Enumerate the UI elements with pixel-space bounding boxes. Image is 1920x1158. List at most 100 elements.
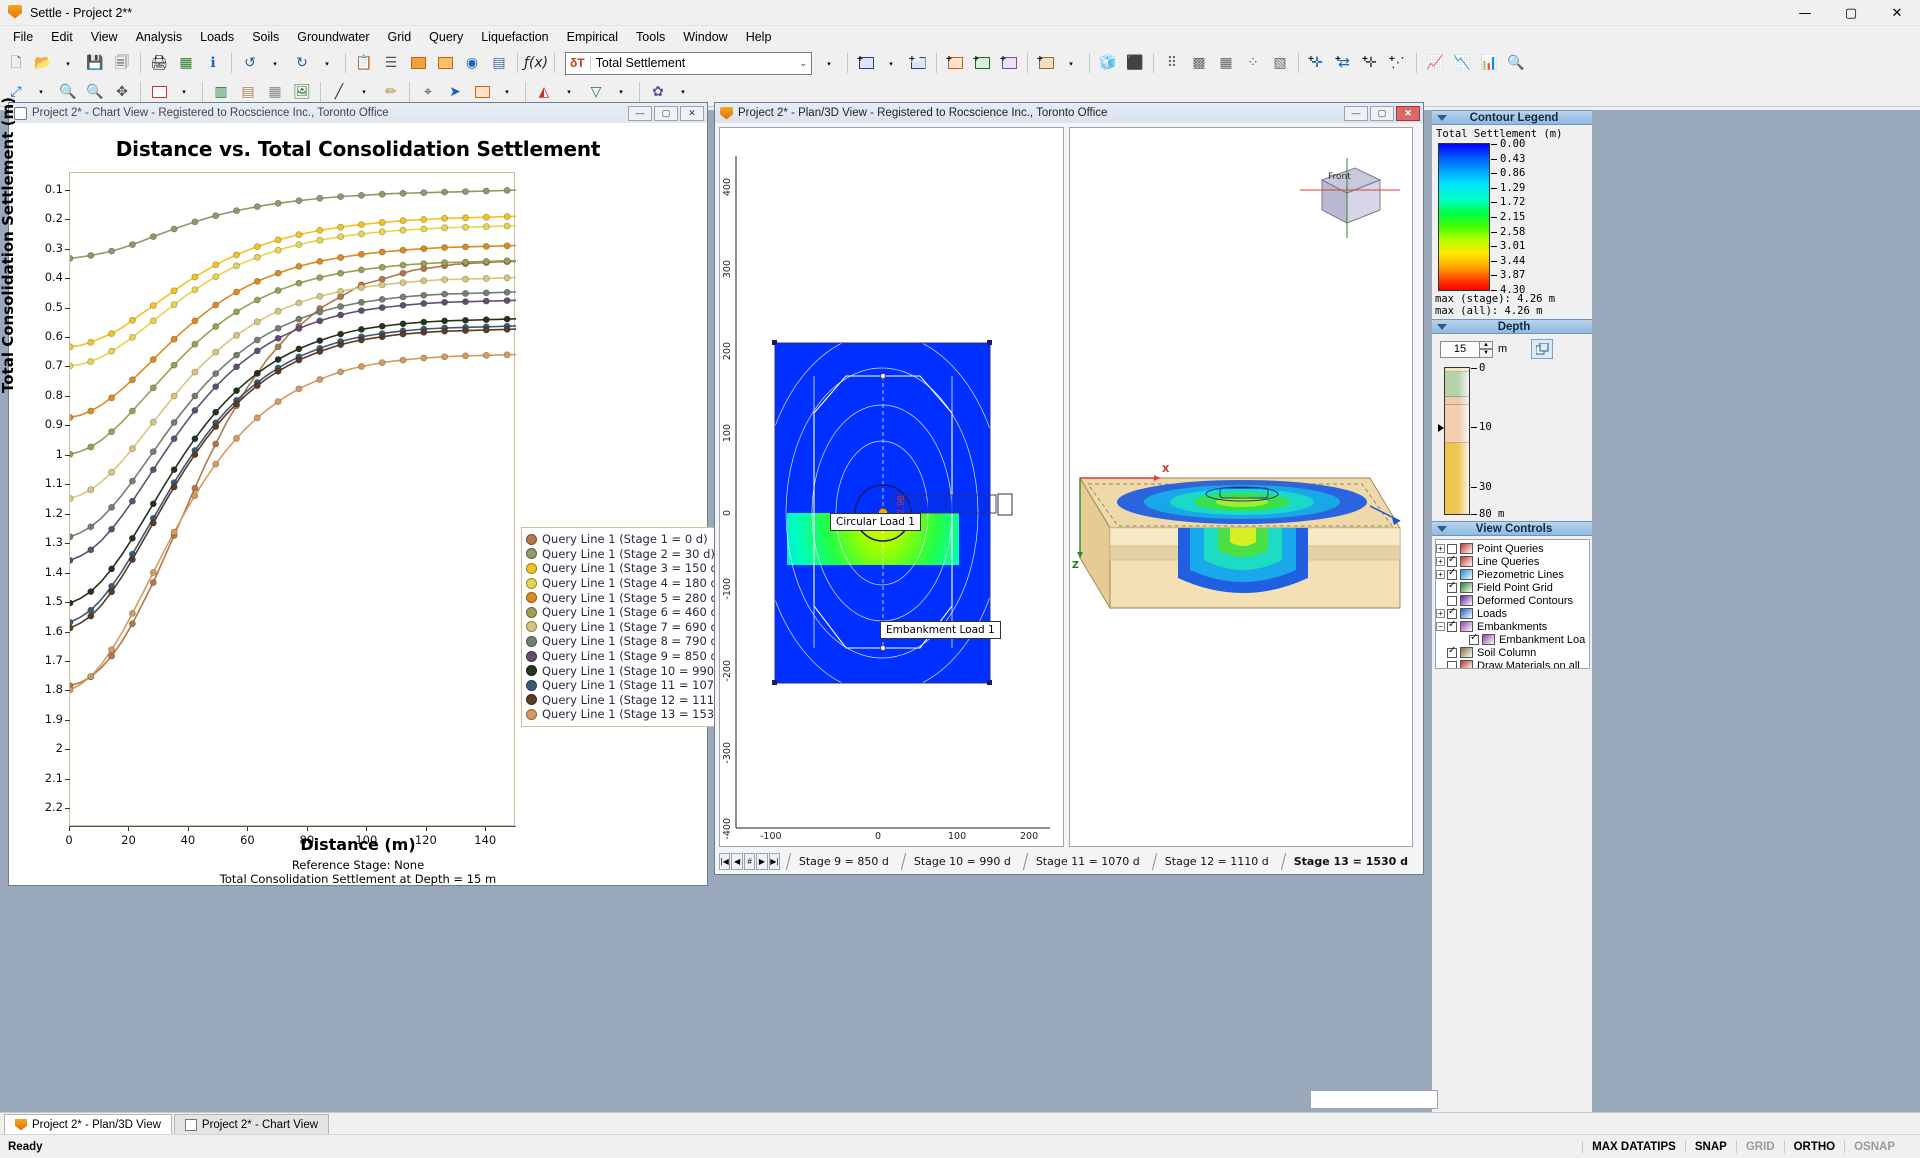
function-fx-icon[interactable]: ƒ(x) [523,51,549,76]
chart-maximize-button[interactable]: ▢ [654,106,678,121]
view-control-row[interactable]: Field Point Grid [1436,581,1589,594]
close-button[interactable]: ✕ [1874,0,1920,26]
spreadsheet-icon[interactable]: ▤ [486,51,512,76]
view-control-checkbox[interactable] [1447,570,1457,580]
open-folder-icon[interactable]: 📂 [30,51,56,76]
soil-layer-3[interactable] [1445,405,1469,443]
legend-item[interactable]: Query Line 1 (Stage 3 = 150 d) [526,561,737,576]
chart-minimize-button[interactable]: — [628,106,652,121]
display-options-icon[interactable] [146,80,172,105]
legend-item[interactable]: Query Line 1 (Stage 10 = 990 d) [526,663,737,678]
menu-analysis[interactable]: Analysis [127,27,192,47]
legend-item[interactable]: Query Line 1 (Stage 8 = 790 d) [526,634,737,649]
paste-list-icon[interactable]: 📋 [351,51,377,76]
menu-groundwater[interactable]: Groundwater [288,27,378,47]
collapse-triangle-icon[interactable] [1437,526,1447,532]
color-fill-icon[interactable]: ▦ [262,80,288,105]
command-input-box[interactable] [1310,1090,1438,1109]
legend-icon[interactable]: ▤ [235,80,261,105]
redo-dropdown-icon[interactable]: ▾ [314,53,340,78]
legend-item[interactable]: Query Line 1 (Stage 11 = 1070 d) [526,678,737,693]
view-control-checkbox[interactable] [1447,622,1457,632]
add-load-dropdown-icon[interactable]: ▾ [878,53,904,78]
grid-extra-icon[interactable]: ▧ [1267,51,1293,76]
stage-tab-strip[interactable]: |◀◀#▶▶|Stage 9 = 850 dStage 10 = 990 dSt… [719,851,1419,871]
depth-spin-up[interactable]: ▲ [1479,341,1493,350]
view-control-row[interactable]: Deformed Contours [1436,594,1589,607]
menu-loads[interactable]: Loads [191,27,243,47]
graph-settle-icon[interactable]: 📊 [1476,51,1502,76]
gradient-icon[interactable]: ◭ [531,80,557,105]
view-control-row[interactable]: +Piezometric Lines [1436,568,1589,581]
graph-zoom-icon[interactable]: 🔍 [1503,51,1529,76]
depth-header[interactable]: Depth [1432,319,1592,334]
status-toggle[interactable]: MAX DATATIPS [1582,1141,1685,1153]
undo-dropdown-icon[interactable]: ▾ [262,53,288,78]
view-3d-pane[interactable]: X Z Front [1069,127,1413,847]
collapse-triangle-icon[interactable] [1437,324,1447,330]
view-control-checkbox[interactable] [1447,583,1457,593]
undo-icon[interactable]: ↺ [237,51,263,76]
view-controls-header[interactable]: View Controls [1432,521,1592,536]
result-type-combobox[interactable]: δT Total Settlement ⌄ [565,52,812,75]
view-control-checkbox[interactable] [1469,635,1479,645]
line-icon[interactable]: ╱ [326,80,352,105]
stage-nav-2[interactable]: # [744,853,755,870]
stage-tab[interactable]: Stage 11 = 1070 d [1022,853,1151,870]
legend-item[interactable]: Query Line 1 (Stage 6 = 460 d) [526,605,737,620]
view-control-checkbox[interactable] [1447,544,1457,554]
legend-item[interactable]: Query Line 1 (Stage 12 = 1110 d) [526,693,737,708]
view-control-checkbox[interactable] [1447,557,1457,567]
result-dropdown-icon[interactable]: ▾ [816,53,842,78]
material-icon[interactable] [469,80,495,105]
status-toggle[interactable]: SNAP [1685,1141,1736,1153]
plan-close-button[interactable]: ✕ [1396,106,1420,121]
tree-expander-icon[interactable]: − [1436,622,1445,631]
plan-maximize-button[interactable]: ▢ [1370,106,1394,121]
view-controls-tree[interactable]: +Point Queries+Line Queries+Piezometric … [1435,539,1590,669]
stage-tab[interactable]: Stage 13 = 1530 d [1280,853,1419,870]
compute-results-icon[interactable] [432,51,458,76]
status-toggle[interactable]: GRID [1736,1141,1784,1153]
add-embankment-load-icon[interactable]: + [942,51,968,76]
view-control-checkbox[interactable] [1447,661,1457,670]
stage-nav-0[interactable]: |◀ [719,853,730,870]
tree-expander-icon[interactable]: + [1436,544,1445,553]
copy-icon[interactable]: 🗐 [109,51,135,76]
legend-item[interactable]: Query Line 1 (Stage 2 = 30 d) [526,547,737,562]
view-control-row[interactable]: −Embankments [1436,620,1589,633]
menu-liquefaction[interactable]: Liquefaction [472,27,557,47]
status-toggle[interactable]: OSNAP [1844,1141,1904,1153]
grid-mesh-icon[interactable]: ▦ [1213,51,1239,76]
contour-legend-header[interactable]: Contour Legend [1432,110,1592,125]
menu-tools[interactable]: Tools [627,27,674,47]
tree-expander-icon[interactable]: + [1436,609,1445,618]
callout-circular-load[interactable]: Circular Load 1 [830,513,921,531]
add-rectangle-load-icon[interactable]: + [853,51,879,76]
menu-help[interactable]: Help [737,27,781,47]
add-line-query-icon[interactable]: ⇄+ [1331,51,1357,76]
chart-legend[interactable]: Query Line 1 (Stage 1 = 0 d)Query Line 1… [521,527,744,727]
report-table-icon[interactable]: ▦ [173,51,199,76]
view-control-row[interactable]: +Point Queries [1436,542,1589,555]
3d-block-icon[interactable]: 🧊 [1095,51,1121,76]
contour-options-icon[interactable]: ▥ [208,80,234,105]
soil-layer-4[interactable] [1445,443,1469,515]
tree-expander-icon[interactable]: + [1436,570,1445,579]
info-icon[interactable]: ℹ [200,51,226,76]
redo-icon[interactable]: ↻ [289,51,315,76]
compute-box-icon[interactable] [405,51,431,76]
legend-item[interactable]: Query Line 1 (Stage 4 = 180 d) [526,576,737,591]
tree-expander-icon[interactable]: + [1436,557,1445,566]
stage-tab[interactable]: Stage 12 = 1110 d [1151,853,1280,870]
add-soil-layer-icon[interactable]: + [1033,51,1059,76]
menu-window[interactable]: Window [674,27,736,47]
minimize-button[interactable]: — [1782,0,1828,26]
soil-column-graphic[interactable] [1444,367,1470,515]
document-tab[interactable]: Project 2* - Plan/3D View [4,1114,172,1134]
stage-tab[interactable]: Stage 9 = 850 d [785,853,900,870]
save-icon[interactable]: 💾 [82,51,108,76]
plan-view-pane[interactable]: 400 300 200 100 0 -100 -200 -300 -400 -1… [719,127,1064,847]
open-dropdown-icon[interactable]: ▾ [55,53,81,78]
collapse-triangle-icon[interactable] [1437,115,1447,121]
